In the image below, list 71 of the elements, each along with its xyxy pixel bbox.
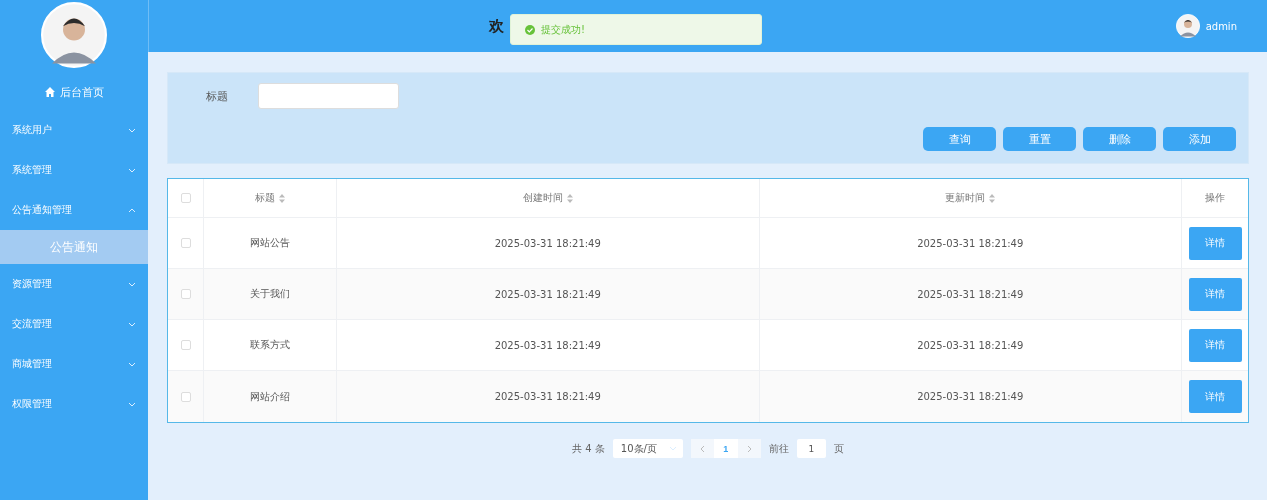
sort-icon — [566, 193, 573, 203]
prev-page-button[interactable] — [690, 439, 714, 458]
menu-group[interactable]: 商城管理 — [0, 344, 148, 384]
chevron-down-icon — [128, 281, 136, 287]
action-button[interactable]: 删除 — [1083, 127, 1156, 151]
column-label: 操作 — [1205, 191, 1225, 205]
menu-item[interactable]: 公告通知 — [0, 230, 148, 264]
table-cell: 网站公告 — [250, 236, 290, 250]
chevron-down-icon — [128, 361, 136, 367]
table-cell: 2025-03-31 18:21:49 — [917, 288, 1024, 300]
table-cell: 关于我们 — [250, 287, 290, 301]
action-button[interactable]: 添加 — [1163, 127, 1236, 151]
title-input[interactable] — [258, 83, 399, 109]
goto-label: 前往 — [768, 441, 789, 456]
column-header[interactable]: 标题 — [204, 179, 337, 218]
goto-suffix: 页 — [833, 441, 844, 456]
total-count: 共 4 条 — [572, 441, 605, 456]
detail-button[interactable]: 详情 — [1188, 328, 1242, 362]
chevron-down-icon — [128, 127, 136, 133]
table-cell: 2025-03-31 18:21:49 — [917, 391, 1024, 402]
column-label: 更新时间 — [945, 191, 986, 205]
column-header[interactable]: 创建时间 — [337, 179, 760, 218]
column-header[interactable]: 更新时间 — [759, 179, 1182, 218]
next-page-button[interactable] — [737, 439, 761, 458]
chevron-up-icon — [128, 207, 136, 213]
table-cell: 2025-03-31 18:21:49 — [917, 339, 1024, 351]
chevron-right-icon — [746, 444, 752, 453]
chevron-down-icon — [128, 321, 136, 327]
column-label: 创建时间 — [522, 191, 563, 205]
field-label: 标题 — [206, 88, 228, 104]
menu-group[interactable]: 公告通知管理 — [0, 190, 148, 230]
page-number[interactable]: 1 — [713, 439, 738, 458]
table-cell: 联系方式 — [250, 338, 290, 352]
sort-icon — [279, 193, 285, 203]
detail-button[interactable]: 详情 — [1188, 380, 1242, 413]
checkbox[interactable] — [180, 340, 191, 350]
checkbox[interactable] — [180, 193, 191, 203]
user-name: admin — [1205, 20, 1237, 32]
page-size-select[interactable]: 10条/页 — [612, 439, 683, 458]
check-circle-icon — [525, 24, 535, 35]
table-cell: 2025-03-31 18:21:49 — [494, 339, 601, 351]
toast-message: 提交成功! — [541, 22, 585, 37]
action-button[interactable]: 重置 — [1003, 127, 1076, 151]
page-title: 欢 — [489, 16, 504, 36]
chevron-left-icon — [699, 444, 705, 453]
table-cell: 网站介绍 — [250, 389, 290, 404]
goto-input[interactable]: 1 — [796, 439, 826, 458]
action-button[interactable]: 查询 — [923, 127, 996, 151]
sort-icon — [989, 193, 996, 203]
table-cell: 2025-03-31 18:21:49 — [494, 288, 601, 300]
checkbox[interactable] — [180, 238, 191, 248]
chevron-down-icon — [668, 446, 677, 451]
menu-group[interactable]: 系统用户 — [0, 110, 148, 150]
checkbox[interactable] — [180, 391, 191, 402]
table-cell: 2025-03-31 18:21:49 — [917, 237, 1024, 249]
menu-group[interactable]: 交流管理 — [0, 304, 148, 344]
detail-button[interactable]: 详情 — [1188, 226, 1242, 260]
menu-group[interactable]: 权限管理 — [0, 384, 148, 424]
menu-group[interactable]: 系统管理 — [0, 150, 148, 190]
chevron-down-icon — [128, 401, 136, 407]
avatar — [41, 2, 107, 68]
checkbox[interactable] — [180, 289, 191, 299]
column-label: 标题 — [255, 191, 275, 205]
menu-group[interactable]: 资源管理 — [0, 264, 148, 304]
table-cell: 2025-03-31 18:21:49 — [494, 237, 601, 249]
home-icon — [44, 87, 55, 97]
table-cell: 2025-03-31 18:21:49 — [494, 391, 601, 402]
home-link[interactable]: 后台首页 — [0, 74, 148, 110]
chevron-down-icon — [128, 167, 136, 173]
detail-button[interactable]: 详情 — [1188, 277, 1242, 311]
user-avatar — [1175, 14, 1200, 38]
